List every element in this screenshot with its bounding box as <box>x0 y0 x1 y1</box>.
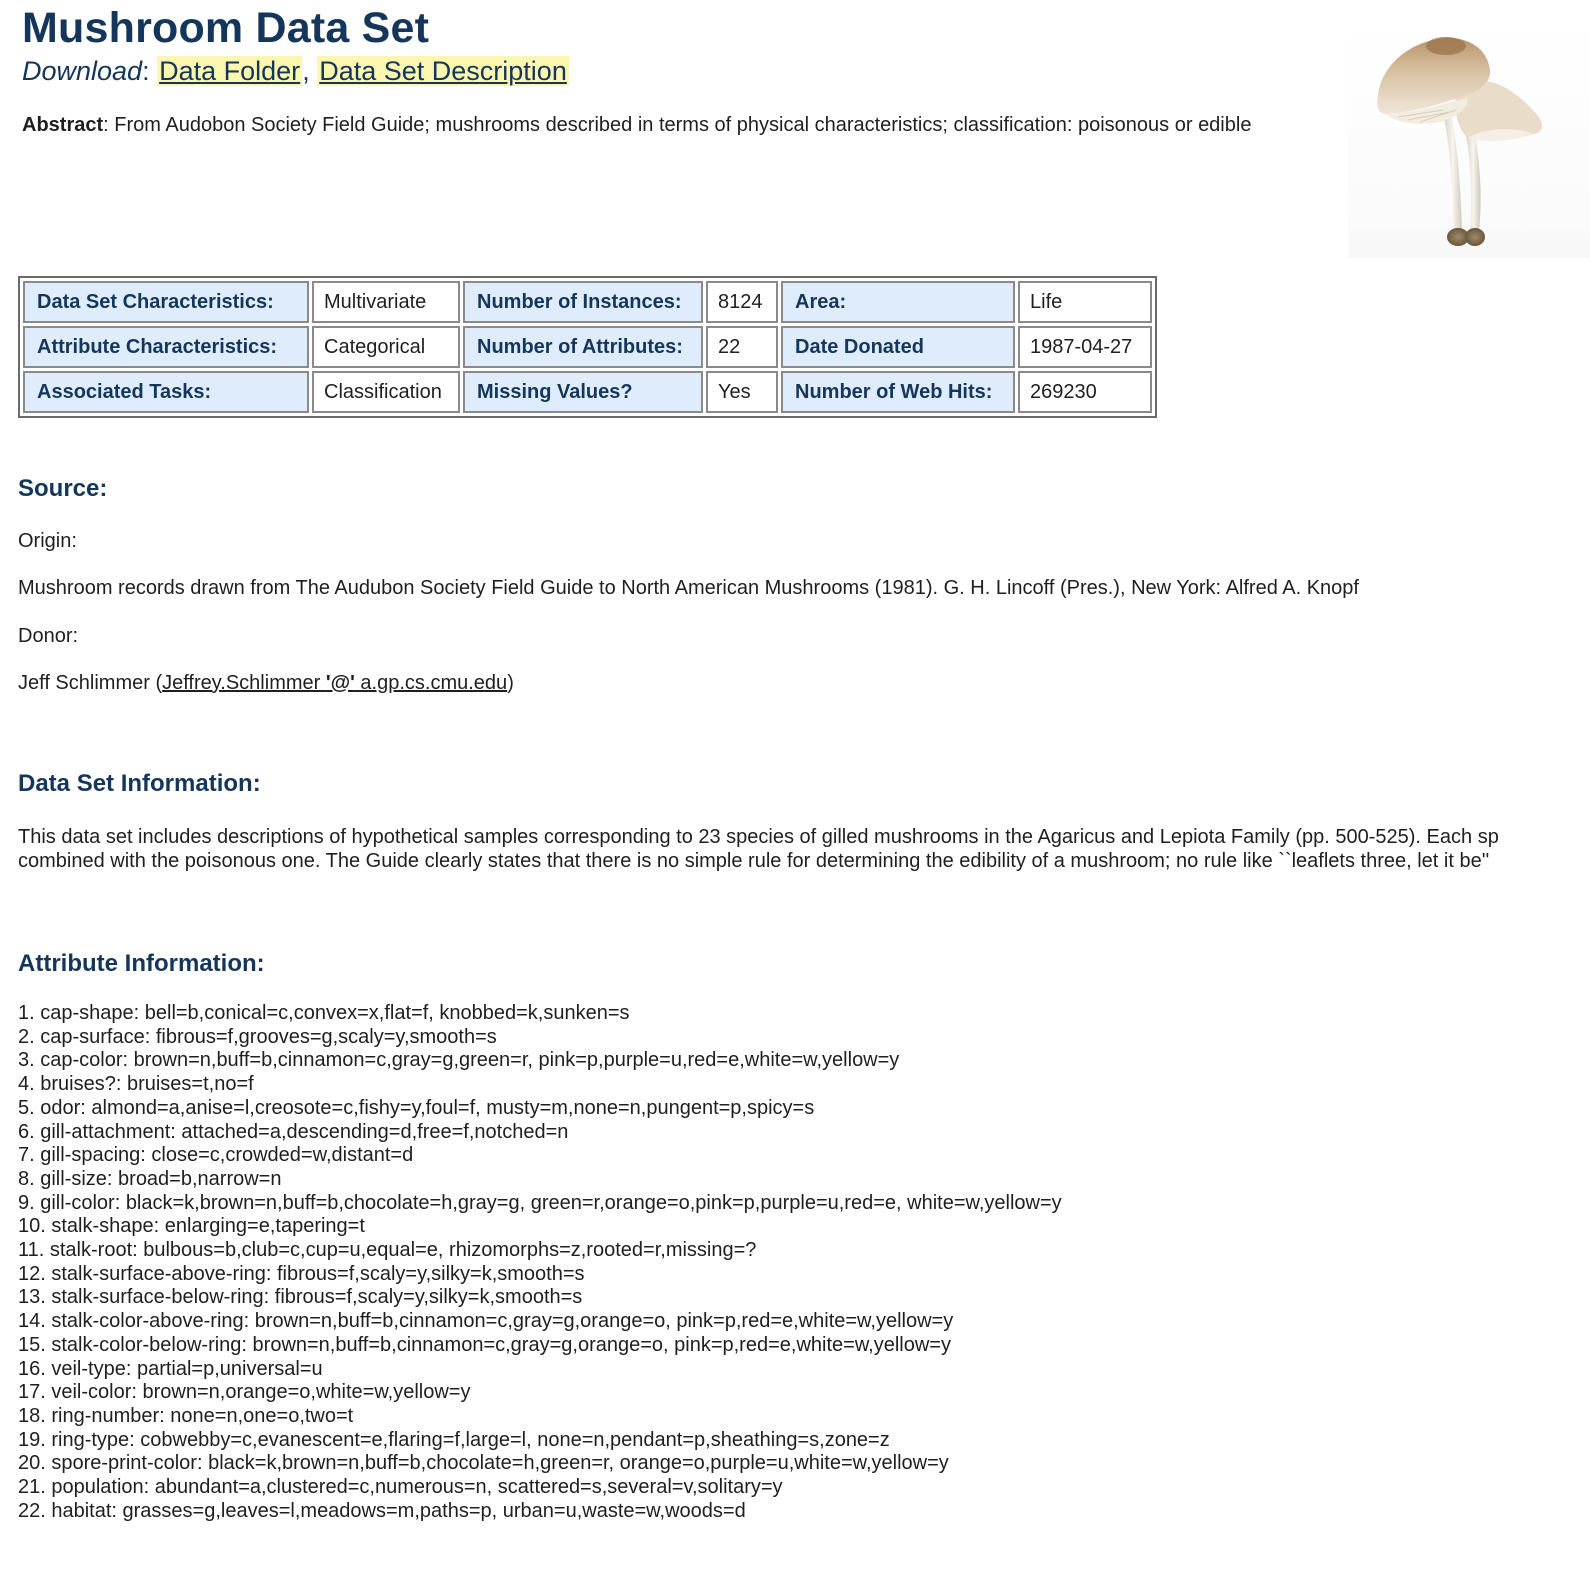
source-heading: Source: <box>18 475 108 502</box>
table-row: Data Set Characteristics: Multivariate N… <box>23 281 1152 323</box>
download-line: Download: Data Folder, Data Set Descript… <box>22 54 569 88</box>
list-item: 21. population: abundant=a,clustered=c,n… <box>18 1476 783 1499</box>
list-item: 16. veil-type: partial=p,universal=u <box>18 1357 323 1380</box>
list-item: 18. ring-number: none=n,one=o,two=t <box>18 1404 354 1427</box>
label-attribute-characteristics: Attribute Characteristics: <box>23 326 309 368</box>
list-item: 5. odor: almond=a,anise=l,creosote=c,fis… <box>18 1096 815 1119</box>
table-row: Attribute Characteristics: Categorical N… <box>23 326 1152 368</box>
donor-close: ) <box>507 672 514 694</box>
list-item: 8. gill-size: broad=b,narrow=n <box>18 1167 282 1190</box>
donor-name: Jeff Schlimmer ( <box>18 672 163 694</box>
list-item: 4. bruises?: bruises=t,no=f <box>18 1073 254 1096</box>
donor-email-link[interactable]: Jeffrey.Schlimmer '@' a.gp.cs.cmu.edu <box>162 672 507 694</box>
abstract: Abstract: From Audobon Society Field Gui… <box>22 112 1251 138</box>
value-attribute-characteristics: Categorical <box>312 326 460 368</box>
download-label: Download <box>22 56 143 86</box>
value-missing-values: Yes <box>706 371 778 413</box>
data-set-information-text: This data set includes descriptions of h… <box>18 825 1590 873</box>
value-number-of-attributes: 22 <box>706 326 778 368</box>
mushroom-icon <box>1377 37 1543 246</box>
value-date-donated: 1987-04-27 <box>1018 326 1152 368</box>
list-item: 20. spore-print-color: black=k,brown=n,b… <box>18 1452 949 1475</box>
label-area: Area: <box>781 281 1015 323</box>
info-line-2: combined with the poisonous one. The Gui… <box>18 850 1490 872</box>
download-separator: : <box>142 56 150 86</box>
donor-line: Jeff Schlimmer (Jeffrey.Schlimmer '@' a.… <box>18 671 514 695</box>
list-item: 3. cap-color: brown=n,buff=b,cinnamon=c,… <box>18 1049 900 1072</box>
page: Mushroom Data Set Download: Data Folder,… <box>0 0 1590 1572</box>
label-associated-tasks: Associated Tasks: <box>23 371 309 413</box>
list-item: 11. stalk-root: bulbous=b,club=c,cup=u,e… <box>18 1239 757 1262</box>
donor-email-at: '@' <box>325 672 355 694</box>
label-date-donated: Date Donated <box>781 326 1015 368</box>
attribute-list: 1. cap-shape: bell=b,conical=c,convex=x,… <box>18 1002 1062 1523</box>
abstract-label: Abstract <box>22 114 104 136</box>
data-set-information-heading: Data Set Information: <box>18 770 261 797</box>
value-associated-tasks: Classification <box>312 371 460 413</box>
donor-email-domain: a.gp.cs.cmu.edu <box>354 672 508 694</box>
value-area: Life <box>1018 281 1152 323</box>
list-item: 2. cap-surface: fibrous=f,grooves=g,scal… <box>18 1025 497 1048</box>
info-line-1: This data set includes descriptions of h… <box>18 826 1499 848</box>
list-item: 19. ring-type: cobwebby=c,evanescent=e,f… <box>18 1428 890 1451</box>
value-number-of-instances: 8124 <box>706 281 778 323</box>
donor-email-user: Jeffrey.Schlimmer <box>162 672 326 694</box>
dataset-characteristics-table: Data Set Characteristics: Multivariate N… <box>18 276 1157 418</box>
donor-label: Donor: <box>18 625 79 647</box>
value-number-of-web-hits: 269230 <box>1018 371 1152 413</box>
list-item: 15. stalk-color-below-ring: brown=n,buff… <box>18 1333 951 1356</box>
label-number-of-attributes: Number of Attributes: <box>463 326 703 368</box>
data-set-description-link[interactable]: Data Set Description <box>317 56 569 86</box>
label-number-of-instances: Number of Instances: <box>463 281 703 323</box>
origin-label: Origin: <box>18 530 77 552</box>
value-data-set-characteristics: Multivariate <box>312 281 460 323</box>
list-item: 14. stalk-color-above-ring: brown=n,buff… <box>18 1310 954 1333</box>
list-item: 1. cap-shape: bell=b,conical=c,convex=x,… <box>18 1002 630 1024</box>
table-row: Associated Tasks: Classification Missing… <box>23 371 1152 413</box>
list-item: 17. veil-color: brown=n,orange=o,white=w… <box>18 1381 471 1404</box>
label-missing-values: Missing Values? <box>463 371 703 413</box>
list-item: 13. stalk-surface-below-ring: fibrous=f,… <box>18 1286 583 1309</box>
page-title: Mushroom Data Set <box>22 4 430 52</box>
origin-text: Mushroom records drawn from The Audubon … <box>18 577 1359 599</box>
list-item: 12. stalk-surface-above-ring: fibrous=f,… <box>18 1262 585 1285</box>
abstract-text: : From Audobon Society Field Guide; mush… <box>103 114 1252 136</box>
list-item: 10. stalk-shape: enlarging=e,tapering=t <box>18 1215 365 1238</box>
data-folder-link[interactable]: Data Folder <box>157 56 303 86</box>
attribute-information-heading: Attribute Information: <box>18 950 265 977</box>
list-item: 6. gill-attachment: attached=a,descendin… <box>18 1120 569 1143</box>
download-comma: , <box>302 56 310 86</box>
label-data-set-characteristics: Data Set Characteristics: <box>23 281 309 323</box>
label-number-of-web-hits: Number of Web Hits: <box>781 371 1015 413</box>
list-item: 22. habitat: grasses=g,leaves=l,meadows=… <box>18 1499 746 1522</box>
mushroom-image <box>1348 18 1590 258</box>
list-item: 9. gill-color: black=k,brown=n,buff=b,ch… <box>18 1191 1062 1214</box>
list-item: 7. gill-spacing: close=c,crowded=w,dista… <box>18 1144 414 1167</box>
